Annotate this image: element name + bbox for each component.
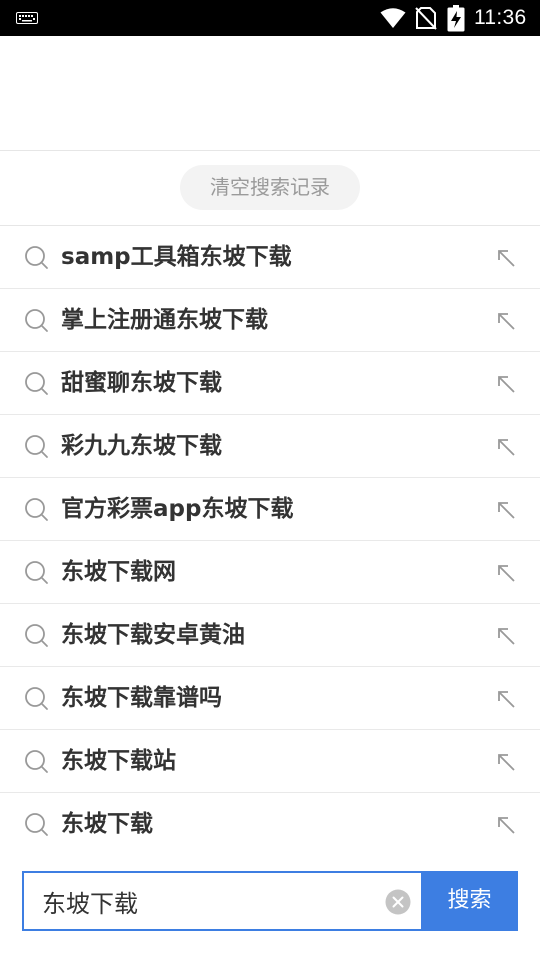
search-icon [25, 372, 48, 395]
history-item-label: 官方彩票app东坡下载 [61, 496, 294, 522]
history-item-label: 东坡下载站 [61, 748, 176, 774]
battery-charging-icon [447, 5, 465, 32]
search-icon [25, 435, 48, 458]
search-history-list: samp工具箱东坡下载 掌上注册通东坡下载 甜蜜聊东坡下载 彩九九东坡下载 官方… [0, 226, 540, 856]
history-item-label: 东坡下载安卓黄油 [61, 622, 245, 648]
history-item[interactable]: 东坡下载站 [0, 730, 540, 793]
clear-history-button[interactable]: 清空搜索记录 [180, 165, 360, 210]
fill-query-arrow-icon[interactable] [496, 626, 516, 646]
history-item[interactable]: 东坡下载网 [0, 541, 540, 604]
history-item-label: 东坡下载靠谱吗 [61, 685, 222, 711]
clear-input-icon[interactable] [385, 889, 411, 915]
search-icon [25, 687, 48, 710]
history-item[interactable]: 东坡下载 [0, 793, 540, 856]
fill-query-arrow-icon[interactable] [496, 500, 516, 520]
fill-query-arrow-icon[interactable] [496, 563, 516, 583]
search-input[interactable] [42, 873, 372, 929]
search-icon [25, 813, 48, 836]
history-item-label: 甜蜜聊东坡下载 [61, 370, 222, 396]
history-item[interactable]: 彩九九东坡下载 [0, 415, 540, 478]
history-item[interactable]: 甜蜜聊东坡下载 [0, 352, 540, 415]
history-item-label: 掌上注册通东坡下载 [61, 307, 268, 333]
history-item[interactable]: 东坡下载安卓黄油 [0, 604, 540, 667]
no-sim-icon [415, 7, 437, 30]
search-button[interactable]: 搜索 [421, 871, 518, 931]
history-item[interactable]: 掌上注册通东坡下载 [0, 289, 540, 352]
divider [0, 150, 540, 151]
keyboard-icon [16, 12, 38, 24]
fill-query-arrow-icon[interactable] [496, 374, 516, 394]
header-area [0, 36, 540, 150]
wifi-icon [380, 8, 406, 28]
history-item[interactable]: samp工具箱东坡下载 [0, 226, 540, 289]
fill-query-arrow-icon[interactable] [496, 437, 516, 457]
fill-query-arrow-icon[interactable] [496, 815, 516, 835]
status-time: 11:36 [474, 6, 527, 29]
fill-query-arrow-icon[interactable] [496, 752, 516, 772]
search-icon [25, 246, 48, 269]
history-item[interactable]: 东坡下载靠谱吗 [0, 667, 540, 730]
search-icon [25, 561, 48, 584]
fill-query-arrow-icon[interactable] [496, 689, 516, 709]
history-item-label: 彩九九东坡下载 [61, 433, 222, 459]
history-item[interactable]: 官方彩票app东坡下载 [0, 478, 540, 541]
fill-query-arrow-icon[interactable] [496, 311, 516, 331]
status-bar: 11:36 [0, 0, 540, 36]
search-icon [25, 498, 48, 521]
history-item-label: samp工具箱东坡下载 [61, 244, 292, 270]
search-icon [25, 624, 48, 647]
fill-query-arrow-icon[interactable] [496, 248, 516, 268]
search-box [22, 871, 422, 931]
history-item-label: 东坡下载 [61, 811, 153, 837]
search-icon [25, 750, 48, 773]
search-icon [25, 309, 48, 332]
history-item-label: 东坡下载网 [61, 559, 176, 585]
